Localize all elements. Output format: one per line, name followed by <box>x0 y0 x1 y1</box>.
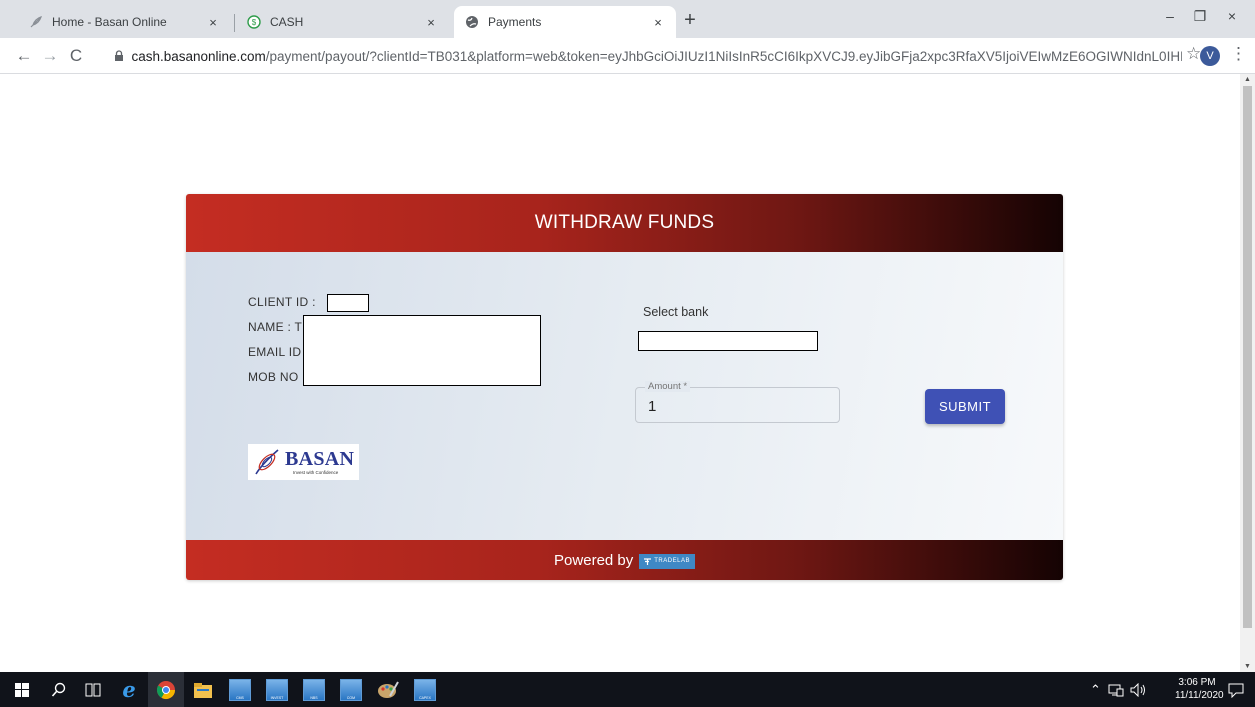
search-icon[interactable] <box>41 672 77 707</box>
amount-value[interactable]: 1 <box>648 398 656 415</box>
tab-title: Home - Basan Online <box>52 15 167 29</box>
personal-details-redacted <box>303 315 541 386</box>
logo-tagline: Invest with Confidence <box>293 470 339 475</box>
powered-by-text: Powered by <box>554 551 634 569</box>
feather-icon <box>28 14 44 30</box>
url-path: /payment/payout/?clientId=TB031&platform… <box>265 48 1182 64</box>
tab-payments[interactable]: Payments × <box>454 6 676 38</box>
tab-close-icon[interactable]: × <box>205 15 221 30</box>
app-icon: CAPEX <box>414 678 436 701</box>
tab-cash[interactable]: $ CASH × <box>236 6 449 38</box>
svg-text:e: e <box>122 679 135 701</box>
tab-title: Payments <box>488 15 542 29</box>
scrollbar-thumb[interactable] <box>1243 86 1252 628</box>
tab-title: CASH <box>270 15 304 29</box>
scroll-up-icon[interactable]: ▲ <box>1244 76 1251 83</box>
paint-icon[interactable] <box>370 672 406 707</box>
internet-explorer-icon[interactable]: e <box>111 672 147 707</box>
reload-icon[interactable]: C <box>64 44 88 68</box>
email-label: EMAIL ID <box>248 345 302 359</box>
bookmark-star-icon[interactable]: ☆ <box>1186 44 1201 64</box>
menu-kebab-icon[interactable]: ⋮ <box>1230 44 1247 64</box>
bank-select-redacted[interactable] <box>638 331 818 351</box>
restore-button[interactable]: ❐ <box>1185 8 1215 30</box>
profile-avatar[interactable]: V <box>1200 46 1220 66</box>
submit-button[interactable]: SUBMIT <box>925 389 1005 424</box>
amount-input[interactable]: Amount * 1 <box>635 381 840 423</box>
file-explorer-icon[interactable] <box>185 672 221 707</box>
mob-label: MOB NO <box>248 370 299 384</box>
card-title: WITHDRAW FUNDS <box>186 194 1063 252</box>
minimize-button[interactable]: – <box>1155 8 1185 30</box>
windows-taskbar: e CMS INVEST NBS COM CAPEX ⌃ 3:06 PM 11/… <box>0 672 1255 707</box>
new-tab-button[interactable]: + <box>679 10 701 32</box>
cash-icon: $ <box>246 14 262 30</box>
globe-icon <box>464 14 480 30</box>
name-label: NAME : T <box>248 320 303 334</box>
clock-time: 3:06 PM <box>1178 677 1216 688</box>
page-viewport: WITHDRAW FUNDS CLIENT ID : NAME : T EMAI… <box>0 74 1255 672</box>
forward-arrow-icon[interactable]: → <box>38 44 62 68</box>
task-view-icon[interactable] <box>75 672 111 707</box>
notifications-icon[interactable] <box>1228 672 1244 707</box>
card-body: CLIENT ID : NAME : T EMAIL ID MOB NO BAS… <box>186 252 1063 540</box>
taskbar-app-cms[interactable]: CMS <box>222 672 258 707</box>
withdraw-funds-card: WITHDRAW FUNDS CLIENT ID : NAME : T EMAI… <box>186 194 1063 580</box>
window-close-button[interactable]: × <box>1217 8 1247 30</box>
taskbar-clock[interactable]: 3:06 PM 11/11/2020 <box>1175 676 1224 702</box>
tab-separator <box>234 14 235 32</box>
amount-label: Amount * <box>645 381 691 392</box>
taskbar-app-nbs[interactable]: NBS <box>296 672 332 707</box>
browser-tabstrip: Home - Basan Online × $ CASH × Payments … <box>0 0 1255 38</box>
basan-logo: BASAN Invest with Confidence <box>248 444 359 480</box>
taskbar-app-com[interactable]: COM <box>333 672 369 707</box>
back-arrow-icon[interactable]: ← <box>12 44 36 68</box>
url-text: cash.basanonline.com/payment/payout/?cli… <box>131 49 1182 64</box>
page-scrollbar[interactable]: ▲ ▼ <box>1240 74 1255 672</box>
client-id-value-redacted <box>327 294 369 312</box>
network-icon[interactable] <box>1108 672 1124 707</box>
select-bank-label: Select bank <box>643 305 709 319</box>
lock-icon[interactable] <box>112 49 125 63</box>
basan-logo-mark-icon <box>255 449 279 475</box>
app-icon: COM <box>340 678 362 701</box>
svg-text:$: $ <box>252 18 257 27</box>
clock-date: 11/11/2020 <box>1175 690 1224 701</box>
tradelab-mark-icon <box>644 557 652 565</box>
tray-chevron-icon[interactable]: ⌃ <box>1090 672 1101 707</box>
client-id-label: CLIENT ID : <box>248 295 316 309</box>
address-bar[interactable]: cash.basanonline.com/payment/payout/?cli… <box>112 43 1182 69</box>
app-icon: INVEST <box>266 678 288 701</box>
scroll-down-icon[interactable]: ▼ <box>1244 663 1251 670</box>
tab-close-icon[interactable]: × <box>650 15 666 30</box>
tab-close-icon[interactable]: × <box>423 15 439 30</box>
windows-start-icon[interactable] <box>4 672 40 707</box>
logo-wordmark: BASAN <box>285 448 355 470</box>
volume-icon[interactable] <box>1130 672 1148 707</box>
app-icon: CMS <box>229 678 251 701</box>
app-icon: NBS <box>303 678 325 701</box>
tradelab-text: TRADELAB <box>654 558 690 564</box>
taskbar-app-capex[interactable]: CAPEX <box>407 672 443 707</box>
chrome-icon[interactable] <box>148 672 184 707</box>
tab-home-basan-online[interactable]: Home - Basan Online × <box>18 6 231 38</box>
tradelab-logo: TRADELAB <box>639 553 695 569</box>
url-host: cash.basanonline.com <box>131 48 266 64</box>
card-footer: Powered by TRADELAB <box>186 540 1063 580</box>
taskbar-app-invest[interactable]: INVEST <box>259 672 295 707</box>
browser-toolbar: ← → C cash.basanonline.com/payment/payou… <box>0 38 1255 74</box>
